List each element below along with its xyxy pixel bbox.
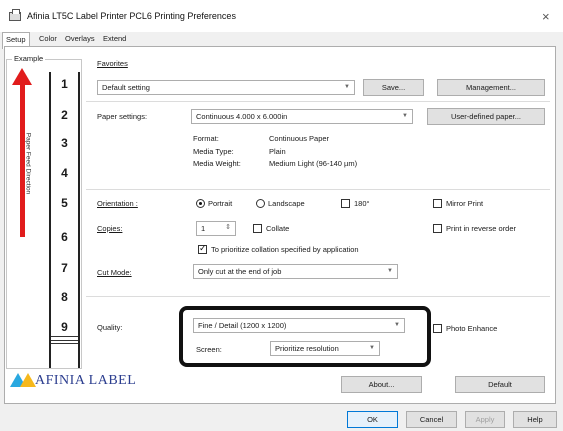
copies-stepper[interactable]: 1 ⇕ <box>196 221 236 236</box>
strip-number: 5 <box>61 196 68 210</box>
rotate-180-label: 180° <box>354 199 370 208</box>
landscape-radio[interactable] <box>256 199 265 208</box>
photo-enhance-checkbox[interactable] <box>433 324 442 333</box>
strip-number: 6 <box>61 230 68 244</box>
highlight-box <box>179 306 431 367</box>
label-strip: 1 2 3 4 5 6 7 8 9 <box>49 72 80 368</box>
tab-strip: Setup Color Overlays Extend <box>0 32 563 49</box>
close-icon[interactable]: × <box>542 9 550 24</box>
save-button[interactable]: Save... <box>363 79 424 96</box>
favorites-value: Default setting <box>102 83 150 92</box>
collate-checkbox[interactable] <box>253 224 262 233</box>
paper-settings-label: Paper settings: <box>97 112 148 121</box>
mirror-print-label: Mirror Print <box>446 199 484 208</box>
landscape-label: Landscape <box>268 199 305 208</box>
feed-direction-label: Paper Feed Direction <box>24 132 32 195</box>
portrait-label: Portrait <box>208 199 233 208</box>
default-button[interactable]: Default <box>455 376 545 393</box>
paper-settings-value: Continuous 4.000 x 6.000in <box>196 112 288 121</box>
logo-icon-accent <box>20 373 36 387</box>
reverse-order-checkbox[interactable] <box>433 224 442 233</box>
reverse-order-label: Print in reverse order <box>446 224 517 233</box>
orientation-label: Orientation : <box>97 199 138 208</box>
feed-arrow-icon <box>12 68 32 85</box>
strip-divider <box>51 340 78 341</box>
cut-mode-label: Cut Mode: <box>97 268 132 277</box>
strip-divider <box>51 343 78 344</box>
prioritize-collation-checkbox[interactable] <box>198 243 207 254</box>
strip-number: 3 <box>61 136 68 150</box>
media-weight-value: Medium Light (96-140 µm) <box>269 159 358 168</box>
divider <box>86 296 550 297</box>
user-defined-paper-button[interactable]: User-defined paper... <box>427 108 545 125</box>
strip-number: 8 <box>61 290 68 304</box>
about-button[interactable]: About... <box>341 376 422 393</box>
strip-number: 7 <box>61 261 68 275</box>
help-button[interactable]: Help <box>513 411 557 428</box>
copies-value: 1 <box>201 224 206 233</box>
collate-label: Collate <box>266 224 290 233</box>
strip-number: 1 <box>61 77 68 91</box>
quality-label: Quality: <box>97 323 123 332</box>
strip-divider <box>51 336 78 337</box>
paper-settings-select[interactable]: Continuous 4.000 x 6.000in ▼ <box>191 109 413 124</box>
favorites-label: Favorites <box>97 59 128 68</box>
copies-label: Copies: <box>97 224 123 233</box>
chevron-down-icon: ▼ <box>387 268 393 274</box>
chevron-down-icon: ▼ <box>344 84 350 90</box>
strip-number: 2 <box>61 108 68 122</box>
format-value: Continuous Paper <box>269 134 330 143</box>
media-type-label: Media Type: <box>193 147 234 156</box>
tab-extend[interactable]: Extend <box>100 32 129 45</box>
media-weight-label: Media Weight: <box>193 159 241 168</box>
cut-mode-select[interactable]: Only cut at the end of job ▼ <box>193 264 398 279</box>
rotate-180-checkbox[interactable] <box>341 199 350 208</box>
window-title: Afinia LT5C Label Printer PCL6 Printing … <box>27 11 236 21</box>
strip-number: 4 <box>61 166 68 180</box>
strip-number: 9 <box>61 320 68 334</box>
photo-enhance-label: Photo Enhance <box>446 324 498 333</box>
printer-icon <box>9 9 21 21</box>
brand-logo-text: AFINIA LABEL <box>35 373 137 388</box>
media-type-value: Plain <box>269 147 286 156</box>
management-button[interactable]: Management... <box>437 79 545 96</box>
portrait-radio[interactable] <box>196 199 205 208</box>
spinner-icon: ⇕ <box>225 224 231 231</box>
favorites-select[interactable]: Default setting ▼ <box>97 80 355 95</box>
format-label: Format: <box>193 134 219 143</box>
prioritize-collation-label: To prioritize collation specified by app… <box>211 245 359 254</box>
cancel-button[interactable]: Cancel <box>406 411 457 428</box>
mirror-print-checkbox[interactable] <box>433 199 442 208</box>
cut-mode-value: Only cut at the end of job <box>198 267 282 276</box>
divider <box>86 101 550 102</box>
divider <box>86 189 550 190</box>
apply-button[interactable]: Apply <box>465 411 505 428</box>
chevron-down-icon: ▼ <box>402 113 408 119</box>
tab-color[interactable]: Color <box>36 32 60 45</box>
example-label: Example <box>12 54 46 63</box>
ok-button[interactable]: OK <box>347 411 398 428</box>
tab-overlays[interactable]: Overlays <box>62 32 98 45</box>
